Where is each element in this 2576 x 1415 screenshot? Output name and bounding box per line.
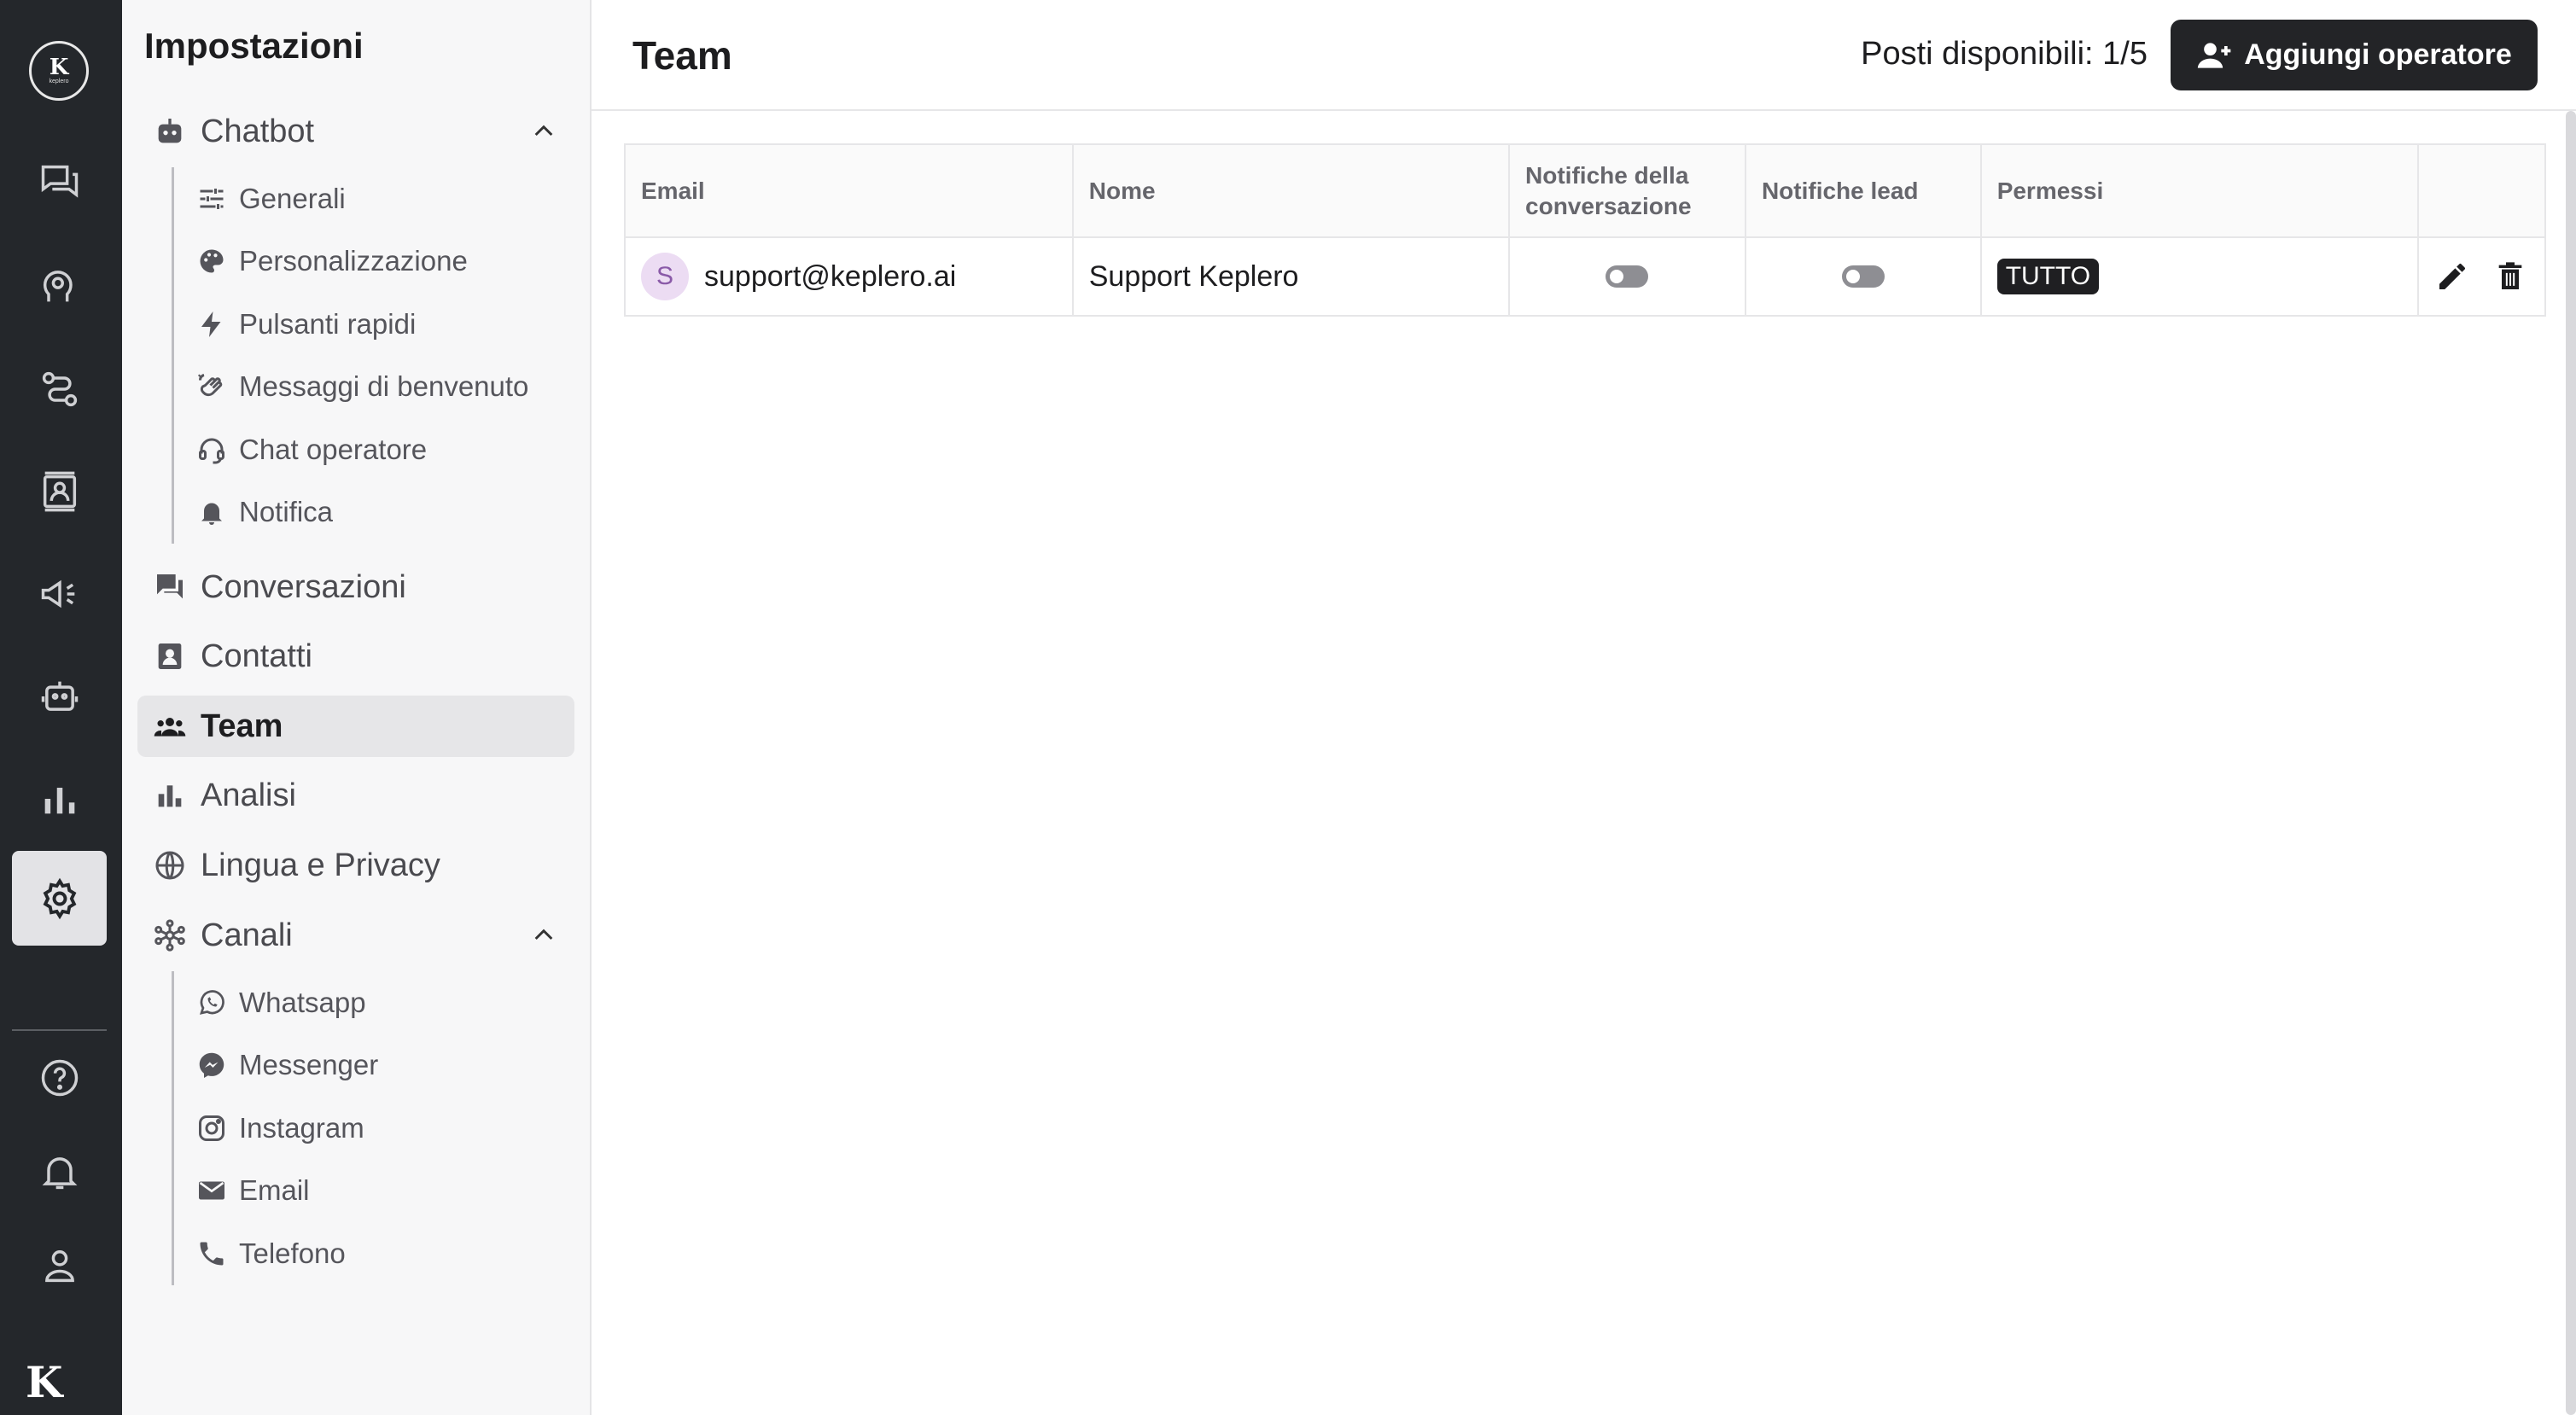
bell-icon xyxy=(195,495,229,529)
app-icon-rail: K keplero K xyxy=(0,0,122,1415)
rail-conversations-button[interactable] xyxy=(12,134,107,229)
rail-campaigns-button[interactable] xyxy=(12,546,107,641)
rail-contacts-button[interactable] xyxy=(12,444,107,539)
panel-title: Impostazioni xyxy=(144,26,364,66)
rail-routes-button[interactable] xyxy=(12,341,107,436)
rail-settings-button[interactable] xyxy=(12,851,107,946)
campaigns-megaphone-icon xyxy=(41,579,74,608)
workspace-logo[interactable]: K keplero xyxy=(29,41,89,101)
nav-conversazioni[interactable]: Conversazioni xyxy=(137,556,574,618)
rail-notifications-button[interactable] xyxy=(12,1124,107,1219)
settings-panel: Impostazioni Chatbot Generali Personaliz… xyxy=(122,0,592,1415)
person-add-icon xyxy=(2198,42,2231,68)
cell-actions xyxy=(2416,236,2547,317)
bar-chart-icon xyxy=(151,777,189,814)
table-header-row: Email Nome Notifiche della conversazione… xyxy=(624,143,2547,238)
nav-pulsanti-rapidi[interactable]: Pulsanti rapidi xyxy=(174,293,575,356)
rail-ai-button[interactable] xyxy=(12,239,107,334)
nav-canali[interactable]: Canali xyxy=(137,905,574,966)
cell-notifiche-conversazione xyxy=(1508,236,1746,317)
member-email: support@keplero.ai xyxy=(704,259,957,293)
keplero-logo: K xyxy=(26,1357,63,1407)
waving-hand-icon xyxy=(195,370,229,404)
permission-badge: TUTTO xyxy=(1996,259,2100,294)
table-row: S support@keplero.ai Support Keplero TUT… xyxy=(624,236,2547,317)
chatbot-submenu: Generali Personalizzazione Pulsanti rapi… xyxy=(172,167,575,544)
conversations-icon xyxy=(41,165,78,198)
ai-brain-icon xyxy=(43,270,73,301)
mail-icon xyxy=(195,1173,229,1208)
forum-icon xyxy=(151,568,189,606)
team-table: Email Nome Notifiche della conversazione… xyxy=(624,143,2547,317)
hub-icon xyxy=(151,917,189,954)
rail-bot-button[interactable] xyxy=(12,649,107,743)
column-header-permessi[interactable]: Permessi xyxy=(1979,143,2419,238)
rail-help-button[interactable] xyxy=(12,1030,107,1125)
lead-notifications-toggle[interactable] xyxy=(1841,265,1885,288)
headset-icon xyxy=(195,433,229,467)
vertical-scrollbar[interactable] xyxy=(2566,111,2576,1415)
edit-pencil-icon[interactable] xyxy=(2435,259,2469,294)
main-content: Team Posti disponibili: 1/5 Aggiungi ope… xyxy=(592,0,2576,1415)
nav-personalizzazione[interactable]: Personalizzazione xyxy=(174,230,575,294)
nav-whatsapp[interactable]: Whatsapp xyxy=(174,971,575,1034)
cell-email: S support@keplero.ai xyxy=(624,236,1074,317)
nav-chat-operatore[interactable]: Chat operatore xyxy=(174,418,575,481)
page-header: Team Posti disponibili: 1/5 Aggiungi ope… xyxy=(592,0,2576,111)
group-icon xyxy=(151,708,189,745)
page-title: Team xyxy=(632,33,732,78)
settings-gear-icon xyxy=(43,877,76,919)
robot-icon xyxy=(151,113,189,150)
bot-icon xyxy=(41,681,78,711)
lightning-icon xyxy=(195,307,229,341)
help-icon xyxy=(41,1059,78,1096)
chevron-up-icon[interactable] xyxy=(530,922,557,949)
nav-messaggi-benvenuto[interactable]: Messaggi di benvenuto xyxy=(174,356,575,419)
sliders-icon xyxy=(195,182,229,216)
profile-icon xyxy=(44,1249,74,1282)
column-header-notifiche-lead[interactable]: Notifiche lead xyxy=(1744,143,1982,238)
nav-chatbot[interactable]: Chatbot xyxy=(137,101,574,162)
column-header-email[interactable]: Email xyxy=(624,143,1074,238)
delete-trash-icon[interactable] xyxy=(2493,259,2527,294)
messenger-icon xyxy=(195,1048,229,1082)
chevron-up-icon[interactable] xyxy=(530,118,557,145)
palette-icon xyxy=(195,244,229,278)
cell-permessi: TUTTO xyxy=(1979,236,2419,317)
notifications-bell-icon xyxy=(42,1156,77,1189)
routes-icon xyxy=(42,371,77,406)
instagram-icon xyxy=(195,1111,229,1145)
analytics-bar-icon xyxy=(44,787,74,813)
canali-submenu: Whatsapp Messenger Instagram Email Telef… xyxy=(172,971,575,1285)
nav-team[interactable]: Team xyxy=(137,696,574,757)
contacts-icon xyxy=(43,471,76,511)
column-header-actions xyxy=(2416,143,2547,238)
phone-icon xyxy=(195,1237,229,1271)
nav-notifica[interactable]: Notifica xyxy=(174,481,575,544)
add-operator-button[interactable]: Aggiungi operatore xyxy=(2171,20,2538,90)
nav-instagram[interactable]: Instagram xyxy=(174,1097,575,1160)
rail-analytics-button[interactable] xyxy=(12,751,107,846)
cell-notifiche-lead xyxy=(1744,236,1982,317)
avatar: S xyxy=(641,253,689,300)
rail-profile-button[interactable] xyxy=(12,1218,107,1313)
nav-messenger[interactable]: Messenger xyxy=(174,1034,575,1098)
nav-analisi[interactable]: Analisi xyxy=(137,765,574,826)
contact-card-icon xyxy=(151,638,189,675)
nav-email[interactable]: Email xyxy=(174,1160,575,1223)
nav-contatti[interactable]: Contatti xyxy=(137,626,574,687)
column-header-notifiche-conversazione[interactable]: Notifiche della conversazione xyxy=(1508,143,1746,238)
whatsapp-icon xyxy=(195,986,229,1020)
conversation-notifications-toggle[interactable] xyxy=(1606,265,1649,288)
seats-available: Posti disponibili: 1/5 xyxy=(1861,36,2148,72)
nav-telefono[interactable]: Telefono xyxy=(174,1222,575,1285)
globe-icon xyxy=(151,847,189,884)
nav-lingua-privacy[interactable]: Lingua e Privacy xyxy=(137,835,574,896)
nav-generali[interactable]: Generali xyxy=(174,167,575,230)
member-name: Support Keplero xyxy=(1071,236,1511,317)
column-header-nome[interactable]: Nome xyxy=(1071,143,1511,238)
